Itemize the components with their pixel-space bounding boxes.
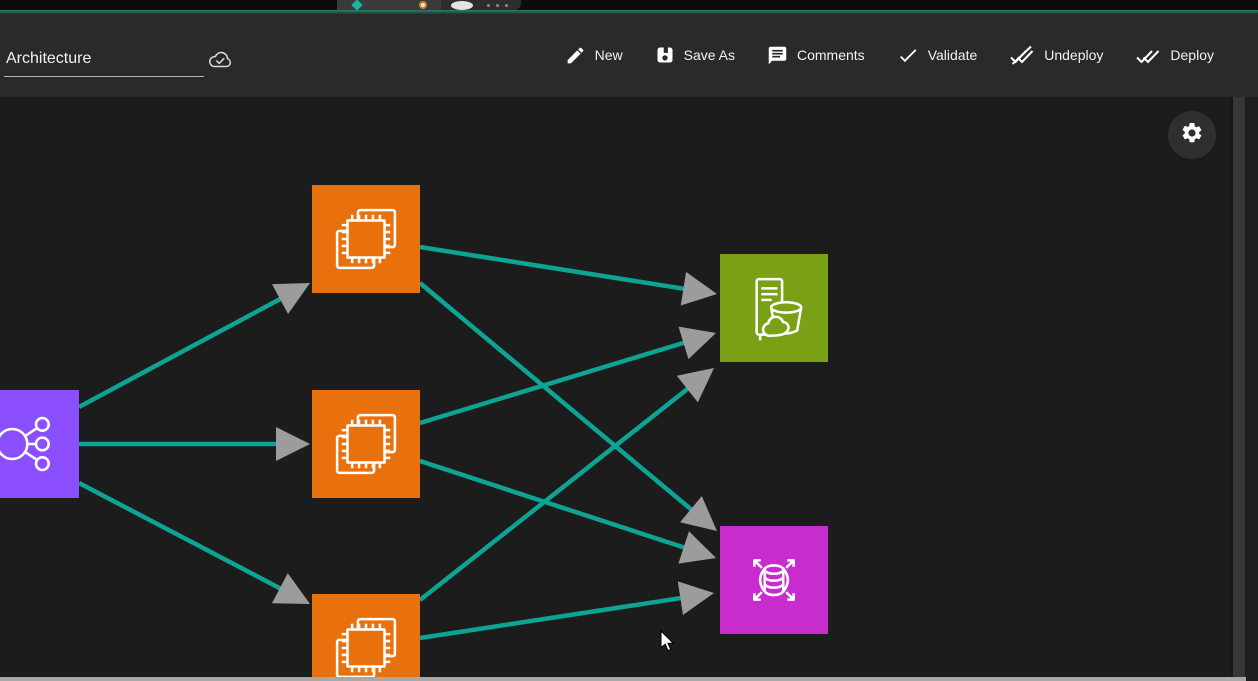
toolbar: New Save As Comments Validate Undeploy Deploy [565, 44, 1214, 66]
double-check-icon [1135, 44, 1161, 66]
arrowhead-icon [276, 427, 310, 461]
arrowhead-icon [678, 581, 714, 615]
arrowhead-icon [681, 272, 717, 306]
arrowhead-icon [677, 368, 714, 402]
deploy-label: Deploy [1170, 47, 1214, 63]
diagram-edges [0, 97, 1231, 677]
horizontal-scrollbar[interactable] [0, 677, 1246, 681]
arrowhead-icon [679, 327, 716, 360]
browser-tab-inactive[interactable] [441, 0, 521, 10]
vertical-scrollbar[interactable] [1231, 97, 1245, 681]
browser-tab-strip [0, 0, 1258, 10]
canvas-settings-button[interactable] [1168, 111, 1216, 159]
node-compute-1[interactable] [312, 185, 420, 293]
save-as-button[interactable]: Save As [655, 45, 735, 65]
ec2-chip-icon [329, 202, 403, 276]
edge-compute-1-to-database[interactable] [420, 283, 694, 512]
undeploy-label: Undeploy [1044, 47, 1103, 63]
comments-button[interactable]: Comments [767, 45, 865, 66]
double-check-slash-icon [1009, 44, 1035, 66]
load-balancer-icon [0, 407, 62, 481]
node-database[interactable] [720, 526, 828, 634]
edge-load-balancer-to-compute-1[interactable] [79, 297, 284, 407]
edge-compute-1-to-storage[interactable] [420, 247, 687, 289]
save-icon [655, 45, 675, 65]
edge-compute-2-to-storage[interactable] [420, 342, 687, 423]
diagram-canvas[interactable] [0, 97, 1231, 677]
validate-button[interactable]: Validate [897, 45, 978, 65]
diagram-title-field [4, 44, 244, 84]
comments-icon [767, 45, 788, 66]
storage-rack-bucket-icon [737, 271, 811, 345]
node-compute-3[interactable] [312, 594, 420, 677]
database-scale-icon [737, 543, 811, 617]
ec2-chip-icon [329, 407, 403, 481]
new-button[interactable]: New [565, 45, 623, 66]
app-window: New Save As Comments Validate Undeploy Deploy [0, 0, 1258, 681]
browser-tab-active[interactable] [337, 0, 441, 10]
undeploy-button[interactable]: Undeploy [1009, 44, 1103, 66]
tab-favicon2-icon [419, 1, 427, 9]
node-compute-2[interactable] [312, 390, 420, 498]
cloud-check-icon [206, 48, 234, 77]
validate-label: Validate [928, 47, 978, 63]
edge-compute-3-to-storage[interactable] [420, 387, 690, 600]
tab-dot-icon [487, 4, 490, 7]
save-as-label: Save As [684, 47, 735, 63]
pencil-icon [565, 45, 586, 66]
right-gutter [1245, 97, 1258, 681]
tab-logo-icon [451, 1, 473, 10]
node-storage[interactable] [720, 254, 828, 362]
gear-icon [1180, 121, 1204, 150]
arrowhead-icon [678, 531, 716, 563]
comments-label: Comments [797, 47, 865, 63]
ec2-chip-icon [329, 611, 403, 677]
edge-load-balancer-to-compute-3[interactable] [79, 483, 283, 590]
check-icon [897, 45, 919, 65]
diagram-title-input[interactable] [4, 48, 204, 77]
new-label: New [595, 47, 623, 63]
node-load-balancer[interactable] [0, 390, 79, 498]
editor-header: New Save As Comments Validate Undeploy Deploy [0, 14, 1258, 97]
edge-compute-3-to-database[interactable] [420, 598, 684, 638]
tab-dot-icon [496, 4, 499, 7]
arrowhead-icon [680, 496, 717, 531]
tab-dot-icon [505, 4, 508, 7]
mouse-cursor [660, 630, 675, 657]
deploy-button[interactable]: Deploy [1135, 44, 1214, 66]
